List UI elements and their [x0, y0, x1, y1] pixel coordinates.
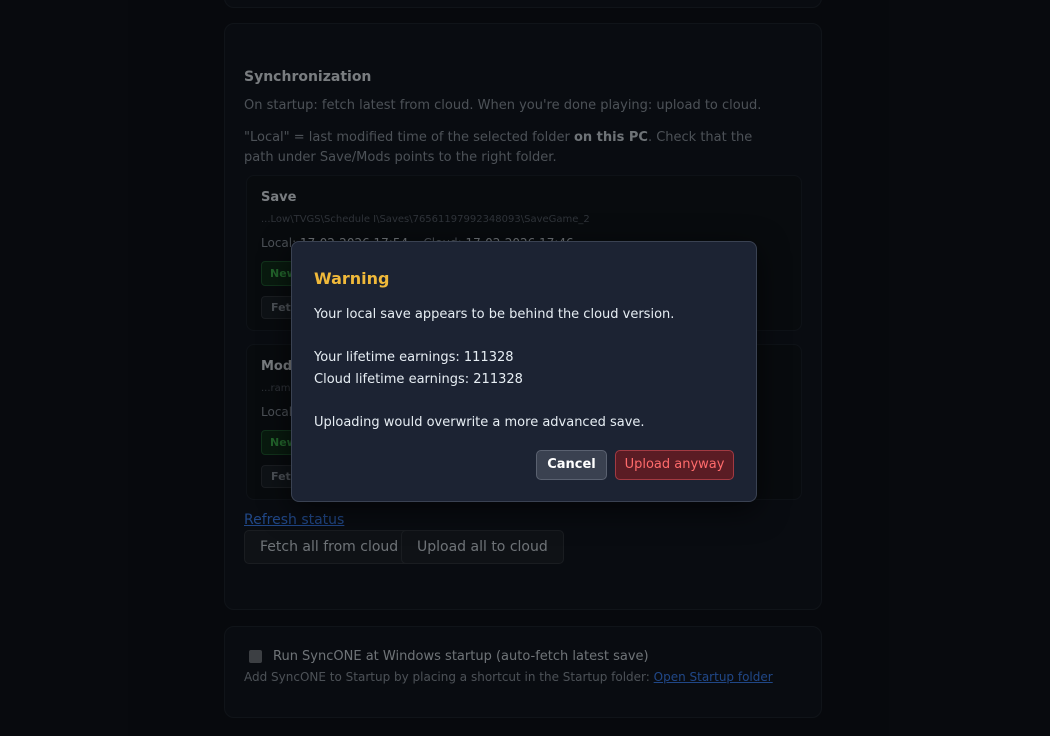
dialog-body: Your local save appears to be behind the…	[314, 304, 734, 433]
cloud-earnings: Cloud lifetime earnings: 211328	[314, 371, 523, 387]
warning-dialog: Warning Your local save appears to be be…	[291, 241, 757, 502]
dialog-title: Warning	[314, 269, 390, 288]
dialog-message: Your local save appears to be behind the…	[314, 307, 675, 322]
dialog-consequence: Uploading would overwrite a more advance…	[314, 414, 645, 430]
upload-anyway-button[interactable]: Upload anyway	[615, 450, 734, 480]
cancel-button[interactable]: Cancel	[536, 450, 607, 480]
local-earnings: Your lifetime earnings: 111328	[314, 350, 514, 365]
